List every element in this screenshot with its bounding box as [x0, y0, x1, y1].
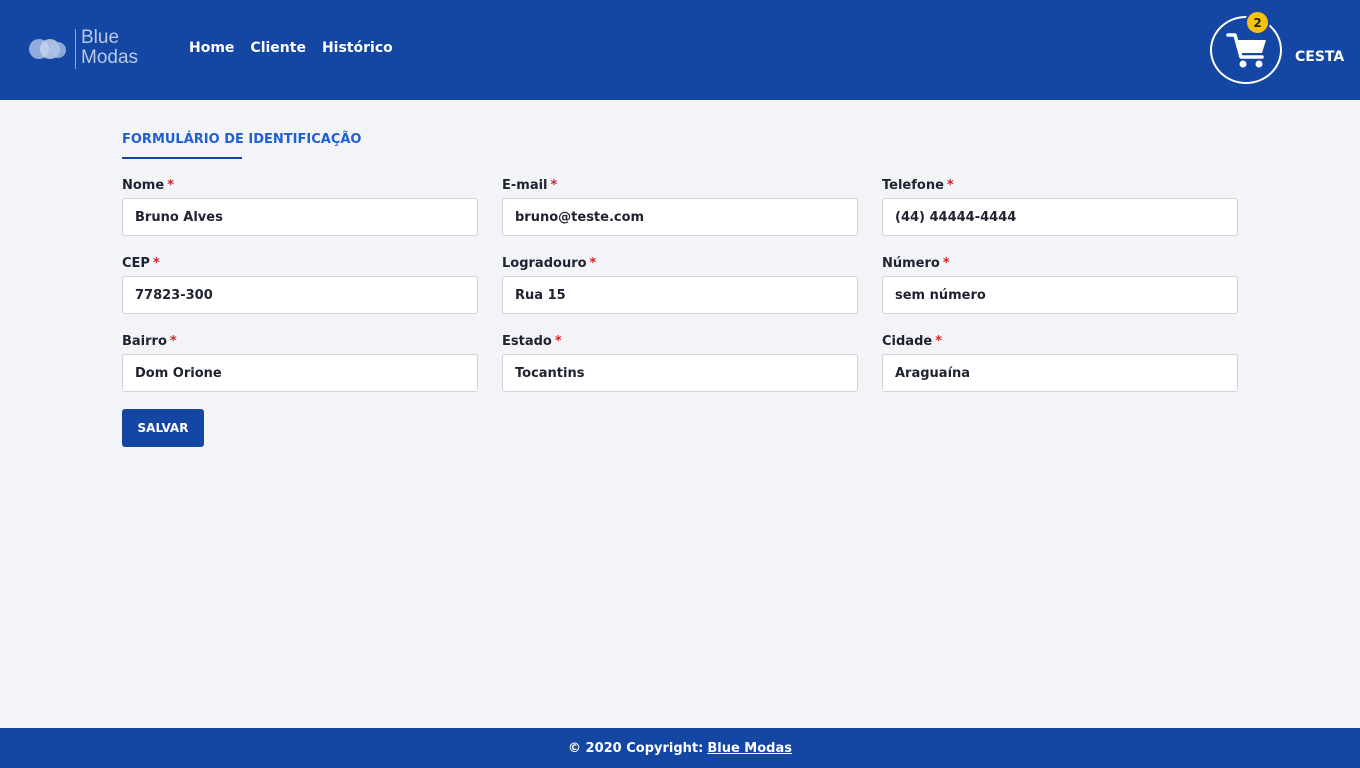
- nome-field: Nome *: [122, 178, 478, 236]
- bairro-label: Bairro *: [122, 334, 478, 354]
- telefone-field: Telefone *: [882, 178, 1238, 236]
- logradouro-input[interactable]: [502, 276, 858, 314]
- numero-field: Número *: [882, 256, 1238, 314]
- logo-divider: [75, 29, 76, 69]
- cep-input[interactable]: [122, 276, 478, 314]
- logo-circles-icon: [29, 39, 66, 59]
- form-title-underline: [122, 157, 242, 159]
- email-field: E-mail *: [502, 178, 858, 236]
- required-marker: *: [169, 334, 177, 349]
- cep-label-text: CEP: [122, 256, 150, 271]
- estado-label-text: Estado: [502, 334, 552, 349]
- shopping-cart-icon: [1226, 33, 1266, 68]
- cart-label[interactable]: CESTA: [1295, 49, 1344, 65]
- cidade-label: Cidade *: [882, 334, 1238, 354]
- brand-logo[interactable]: Blue Modas: [28, 28, 148, 72]
- required-marker: *: [589, 256, 597, 271]
- required-marker: *: [935, 334, 943, 349]
- nome-label-text: Nome: [122, 178, 165, 193]
- email-input[interactable]: [502, 198, 858, 236]
- cep-field: CEP *: [122, 256, 478, 314]
- logradouro-field: Logradouro *: [502, 256, 858, 314]
- cidade-input[interactable]: [882, 354, 1238, 392]
- numero-label: Número *: [882, 256, 1238, 276]
- main-nav: Home Cliente Histórico: [189, 40, 393, 56]
- bairro-input[interactable]: [122, 354, 478, 392]
- logradouro-label: Logradouro *: [502, 256, 858, 276]
- cart-count-badge: 2: [1245, 10, 1270, 35]
- nome-input[interactable]: [122, 198, 478, 236]
- logo-text-line1: Blue: [81, 27, 120, 48]
- footer-brand-link[interactable]: Blue Modas: [707, 741, 792, 756]
- logo-text: Blue Modas: [81, 28, 138, 68]
- required-marker: *: [152, 256, 160, 271]
- cidade-field: Cidade *: [882, 334, 1238, 392]
- page-footer: © 2020 Copyright: Blue Modas: [0, 728, 1360, 768]
- estado-field: Estado *: [502, 334, 858, 392]
- email-label: E-mail *: [502, 178, 858, 198]
- required-marker: *: [946, 178, 954, 193]
- form-title: FORMULÁRIO DE IDENTIFICAÇÃO: [122, 132, 362, 147]
- estado-label: Estado *: [502, 334, 858, 354]
- estado-input[interactable]: [502, 354, 858, 392]
- telefone-input[interactable]: [882, 198, 1238, 236]
- footer-copyright: © 2020 Copyright:: [568, 740, 704, 756]
- logo-text-line2: Modas: [81, 47, 139, 68]
- nav-historico-link[interactable]: Histórico: [322, 40, 393, 56]
- nome-label: Nome *: [122, 178, 478, 198]
- logradouro-label-text: Logradouro: [502, 256, 587, 271]
- bairro-field: Bairro *: [122, 334, 478, 392]
- telefone-label: Telefone *: [882, 178, 1238, 198]
- required-marker: *: [550, 178, 558, 193]
- required-marker: *: [167, 178, 174, 193]
- numero-input[interactable]: [882, 276, 1238, 314]
- required-marker: *: [554, 334, 562, 349]
- numero-label-text: Número: [882, 256, 940, 271]
- save-button[interactable]: SALVAR: [122, 409, 204, 447]
- bairro-label-text: Bairro: [122, 334, 167, 349]
- telefone-label-text: Telefone: [882, 178, 944, 193]
- nav-home-link[interactable]: Home: [189, 40, 234, 56]
- email-label-text: E-mail: [502, 178, 548, 193]
- top-header: Blue Modas Home Cliente Histórico 2 CEST…: [0, 0, 1360, 100]
- nav-cliente-link[interactable]: Cliente: [250, 40, 306, 56]
- cidade-label-text: Cidade: [882, 334, 933, 349]
- cep-label: CEP *: [122, 256, 478, 276]
- required-marker: *: [942, 256, 950, 271]
